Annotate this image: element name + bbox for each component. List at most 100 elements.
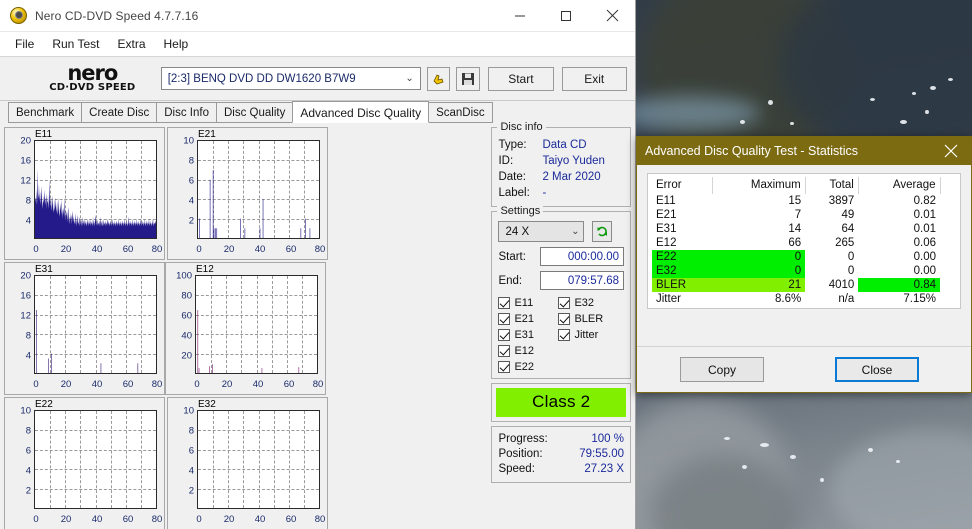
close-button[interactable] <box>589 0 635 32</box>
tab-advanced-disc-quality[interactable]: Advanced Disc Quality <box>292 101 430 123</box>
side-panel: Disc info Type: Data CD ID: Taiyo Yuden … <box>491 121 631 529</box>
menu-item-extra[interactable]: Extra <box>108 34 154 54</box>
x-tick: 0 <box>33 379 39 390</box>
y-tick: 12 <box>20 175 31 187</box>
y-tick: 8 <box>25 330 31 342</box>
checkbox-bler[interactable]: BLER <box>558 313 603 325</box>
end-input[interactable]: 079:57.68 <box>540 271 624 290</box>
save-button[interactable] <box>456 66 481 91</box>
cell-average: 0.82 <box>913 195 936 207</box>
checkbox-icon <box>498 329 511 341</box>
menu-item-file[interactable]: File <box>6 34 43 54</box>
close-dialog-button[interactable]: Close <box>835 357 919 382</box>
chart-grid: E11 20 16 12 8 4 0 20 40 60 80 E21 10 8 … <box>4 127 487 529</box>
save-floppy-icon <box>462 72 475 85</box>
tab-create-disc[interactable]: Create Disc <box>81 102 158 123</box>
x-tick: 40 <box>252 379 264 390</box>
chart-title: E32 <box>198 399 216 410</box>
checkbox-e31[interactable]: E31 <box>498 329 558 341</box>
series-e11 <box>35 141 156 238</box>
start-input[interactable]: 000:00.00 <box>540 247 624 266</box>
y-tick: 16 <box>20 290 31 302</box>
tab-disc-quality[interactable]: Disc Quality <box>216 102 294 123</box>
x-tick: 20 <box>221 379 233 390</box>
chart-e32: E32 10 8 6 4 2 0 20 40 60 80 <box>167 397 328 529</box>
cell-total: 64 <box>841 223 855 235</box>
checkbox-e32[interactable]: E32 <box>558 297 603 309</box>
y-tick: 8 <box>25 195 31 207</box>
x-tick: 20 <box>60 379 72 390</box>
table-row: E12 66 265 0.06 <box>652 236 956 250</box>
window-titlebar: Nero CD-DVD Speed 4.7.7.16 <box>0 0 635 32</box>
cell-total: 0 <box>847 251 855 263</box>
status-value: 100 % <box>591 433 624 445</box>
y-tick: 10 <box>20 405 31 417</box>
refresh-icon <box>597 226 607 237</box>
disc-info-value: Taiyo Yuden <box>542 155 605 167</box>
checkbox-column-right: E32 BLER Jitter <box>558 297 603 373</box>
tab-benchmark[interactable]: Benchmark <box>8 102 83 123</box>
maximize-button[interactable] <box>543 0 589 32</box>
x-tick: 0 <box>196 244 202 255</box>
y-tick: 4 <box>188 465 194 477</box>
x-tick: 60 <box>122 244 134 255</box>
x-tick: 80 <box>151 514 163 525</box>
table-row: Jitter 8.6% n/a 7.15% <box>652 292 956 306</box>
dialog-footer: Copy Close <box>637 346 971 392</box>
cell-maximum: 7 <box>794 209 802 221</box>
checkbox-icon <box>498 361 511 373</box>
eject-button[interactable] <box>426 66 451 91</box>
statistics-table-frame: Error Maximum Total Average E11 15 3897 … <box>647 173 961 309</box>
statistics-table: Error Maximum Total Average E11 15 3897 … <box>652 177 956 306</box>
status-row-position: Position: 79:55.00 <box>498 447 624 462</box>
checkbox-e12[interactable]: E12 <box>498 345 558 357</box>
start-button[interactable]: Start <box>488 66 554 91</box>
cell-total: 0 <box>847 265 855 277</box>
disc-info-key: Label: <box>498 187 530 199</box>
cell-error: E11 <box>656 195 676 207</box>
x-tick: 80 <box>314 514 326 525</box>
checkbox-icon <box>498 345 511 357</box>
x-tick: 40 <box>91 379 103 390</box>
x-tick: 40 <box>91 244 103 255</box>
checkbox-e22[interactable]: E22 <box>498 361 558 373</box>
table-row: E11 15 3897 0.82 <box>652 194 956 208</box>
tab-scandisc[interactable]: ScanDisc <box>428 102 493 123</box>
checkbox-label: Jitter <box>574 329 599 341</box>
x-tick: 80 <box>314 244 326 255</box>
drive-select[interactable]: [2:3] BENQ DVD DD DW1620 B7W9 ⌄ <box>160 67 421 90</box>
status-key: Speed: <box>498 463 535 475</box>
x-tick: 20 <box>223 244 235 255</box>
bg-light-speck <box>900 120 907 124</box>
checkbox-e21[interactable]: E21 <box>498 313 558 325</box>
checkbox-jitter[interactable]: Jitter <box>558 329 603 341</box>
column-header-maximum: Maximum <box>712 177 806 194</box>
cell-maximum: 8.6% <box>774 293 802 305</box>
cell-error: E31 <box>656 223 677 235</box>
cell-average: 0.84 <box>858 278 940 292</box>
dialog-close-button[interactable] <box>931 137 971 165</box>
table-row: E21 7 49 0.01 <box>652 208 956 222</box>
disc-info-key: Date: <box>498 171 526 183</box>
menu-item-run-test[interactable]: Run Test <box>43 34 108 54</box>
plot-area <box>34 140 157 239</box>
menu-item-help[interactable]: Help <box>155 34 198 54</box>
cell-error: E12 <box>656 237 677 249</box>
nero-disc-icon <box>10 7 27 24</box>
speed-select[interactable]: 24 X ⌄ <box>498 221 585 242</box>
refresh-button[interactable] <box>592 221 613 242</box>
x-tick: 0 <box>33 514 39 525</box>
minimize-button[interactable] <box>497 0 543 32</box>
cell-maximum: 14 <box>788 223 802 235</box>
bg-light-speck <box>790 455 796 459</box>
close-icon <box>944 144 958 158</box>
disc-info-row-label: Label: - <box>498 185 624 201</box>
tab-disc-info[interactable]: Disc Info <box>156 102 217 123</box>
chevron-down-icon: ⌄ <box>405 73 414 84</box>
checkbox-e11[interactable]: E11 <box>498 297 558 309</box>
copy-button[interactable]: Copy <box>680 357 764 382</box>
y-tick: 2 <box>188 215 194 227</box>
cell-error: Jitter <box>656 293 681 305</box>
exit-button[interactable]: Exit <box>561 66 627 91</box>
y-tick: 10 <box>183 135 194 147</box>
